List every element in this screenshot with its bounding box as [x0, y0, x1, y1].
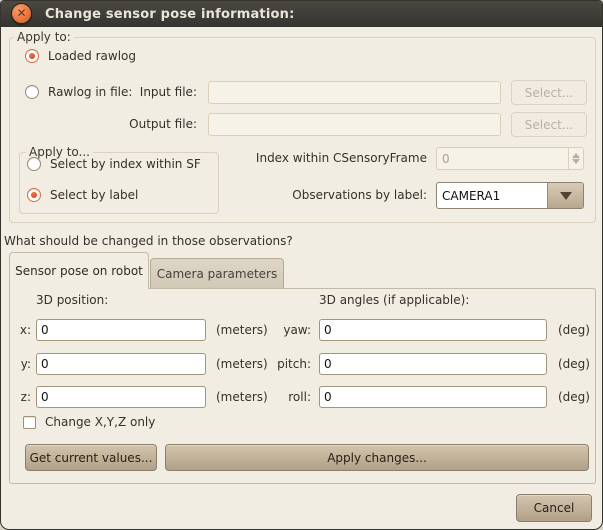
- window-title: Change sensor pose information:: [45, 7, 295, 22]
- yaw-unit-label: (deg): [558, 323, 590, 337]
- yaw-input[interactable]: [319, 319, 547, 341]
- radio-button-icon: [27, 157, 41, 171]
- radio-select-by-index-label: Select by index within SF: [50, 157, 201, 171]
- x-unit-label: (meters): [216, 323, 268, 337]
- chevron-down-icon: [560, 192, 572, 200]
- get-current-values-button[interactable]: Get current values...: [25, 444, 157, 471]
- roll-label: roll:: [273, 390, 311, 404]
- output-file-label: Output file:: [121, 117, 197, 131]
- pitch-unit-label: (deg): [558, 357, 590, 371]
- radio-loaded-rawlog[interactable]: Loaded rawlog: [25, 49, 136, 63]
- yaw-label: yaw:: [273, 323, 311, 337]
- radio-select-by-index[interactable]: Select by index within SF: [27, 157, 201, 171]
- radio-rawlog-in-file[interactable]: Rawlog in file:: [25, 85, 132, 99]
- close-icon: ✕: [16, 7, 26, 19]
- z-unit-label: (meters): [216, 390, 268, 404]
- radio-select-by-label-label: Select by label: [50, 188, 138, 202]
- tab-sensor-pose[interactable]: Sensor pose on robot: [9, 252, 149, 289]
- roll-input[interactable]: [319, 386, 547, 408]
- spin-up-icon: [572, 153, 580, 158]
- dialog-content: Apply to: Loaded rawlog Rawlog in file: …: [1, 27, 602, 530]
- checkbox-icon: [23, 416, 36, 429]
- spinner-arrows: [568, 148, 583, 169]
- y-unit-label: (meters): [216, 357, 268, 371]
- cancel-button[interactable]: Cancel: [516, 494, 592, 522]
- radio-rawlog-in-file-label: Rawlog in file:: [48, 85, 132, 99]
- input-file-label: Input file:: [121, 85, 197, 99]
- input-file-field: [208, 81, 501, 104]
- radio-loaded-rawlog-label: Loaded rawlog: [48, 49, 136, 63]
- roll-unit-label: (deg): [558, 390, 590, 404]
- y-input[interactable]: [36, 353, 206, 375]
- y-label: y:: [15, 357, 31, 371]
- pitch-label: pitch:: [273, 357, 311, 371]
- position-header: 3D position:: [36, 293, 108, 307]
- index-within-sf-label: Index within CSensoryFrame: [229, 151, 427, 165]
- index-spinner: 0: [436, 147, 584, 170]
- angles-header: 3D angles (if applicable):: [319, 293, 469, 307]
- radio-button-icon: [27, 188, 41, 202]
- apply-changes-button[interactable]: Apply changes...: [165, 444, 589, 471]
- titlebar[interactable]: ✕ Change sensor pose information:: [1, 1, 602, 27]
- change-xyz-only-checkbox[interactable]: Change X,Y,Z only: [23, 415, 155, 429]
- observations-by-label-label: Observations by label:: [229, 188, 427, 202]
- observations-combobox[interactable]: CAMERA1: [436, 182, 584, 209]
- index-spinner-value: 0: [437, 152, 568, 166]
- combobox-dropdown-button[interactable]: [547, 183, 583, 208]
- observations-combobox-value: CAMERA1: [437, 183, 547, 208]
- z-input[interactable]: [36, 386, 206, 408]
- radio-button-icon: [25, 85, 39, 99]
- tab-sensor-pose-label: Sensor pose on robot: [15, 264, 143, 278]
- question-label: What should be changed in those observat…: [4, 234, 293, 248]
- close-button[interactable]: ✕: [11, 3, 32, 24]
- spin-down-icon: [572, 159, 580, 164]
- output-file-field: [208, 113, 501, 136]
- tab-camera-parameters-label: Camera parameters: [157, 267, 278, 281]
- change-xyz-only-label: Change X,Y,Z only: [45, 415, 155, 429]
- x-input[interactable]: [36, 319, 206, 341]
- x-label: x:: [15, 323, 31, 337]
- tab-camera-parameters[interactable]: Camera parameters: [150, 258, 284, 288]
- output-file-select-button: Select...: [511, 112, 587, 137]
- pitch-input[interactable]: [319, 353, 547, 375]
- apply-to-group-label: Apply to:: [14, 30, 74, 44]
- radio-button-icon: [25, 49, 39, 63]
- input-file-select-button: Select...: [511, 80, 587, 105]
- dialog-window: ✕ Change sensor pose information: Apply …: [0, 0, 603, 530]
- z-label: z:: [15, 390, 31, 404]
- radio-select-by-label[interactable]: Select by label: [27, 188, 138, 202]
